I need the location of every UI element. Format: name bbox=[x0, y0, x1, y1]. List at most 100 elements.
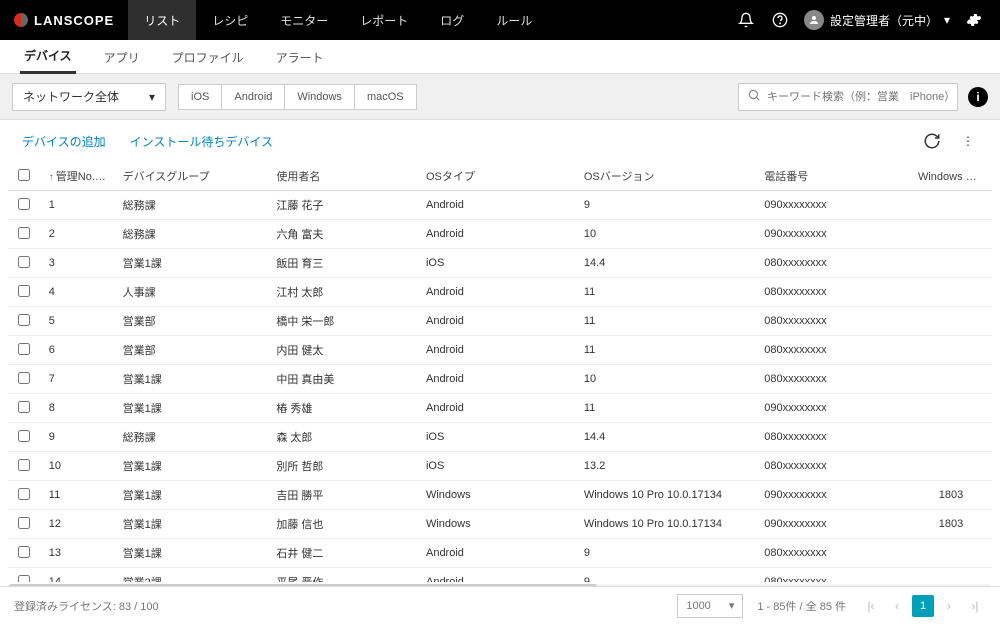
cell-no: 5 bbox=[41, 307, 115, 336]
subtab-0[interactable]: デバイス bbox=[20, 47, 76, 74]
top-app-bar: LANSCOPE リストレシピモニターレポートログルール 設定管理者（元中） ▾ bbox=[0, 0, 1000, 40]
table-row[interactable]: 8営業1課樁 秀雄Android11090xxxxxxxx bbox=[8, 394, 992, 423]
table-row[interactable]: 6営業部内田 健太Android11080xxxxxxxx bbox=[8, 336, 992, 365]
cell-osver: 9 bbox=[576, 568, 756, 583]
search-input[interactable] bbox=[767, 91, 949, 103]
topnav-item-3[interactable]: レポート bbox=[344, 0, 424, 40]
notification-bell-icon[interactable] bbox=[736, 10, 756, 30]
topnav-item-5[interactable]: ルール bbox=[480, 0, 548, 40]
cell-group: 営業1課 bbox=[115, 510, 269, 539]
search-box[interactable] bbox=[738, 83, 958, 111]
avatar-icon bbox=[804, 10, 824, 30]
cell-winver bbox=[910, 394, 992, 423]
col-user-header[interactable]: 使用者名 bbox=[268, 162, 418, 191]
row-checkbox[interactable] bbox=[18, 401, 30, 413]
row-checkbox[interactable] bbox=[18, 285, 30, 297]
table-row[interactable]: 9総務課森 太郎iOS14.4080xxxxxxxx bbox=[8, 423, 992, 452]
table-row[interactable]: 12営業1課加藤 信也WindowsWindows 10 Pro 10.0.17… bbox=[8, 510, 992, 539]
row-checkbox[interactable] bbox=[18, 372, 30, 384]
row-checkbox[interactable] bbox=[18, 343, 30, 355]
row-range-label: 1 - 85件 / 全 85 件 bbox=[757, 598, 846, 614]
refresh-icon[interactable] bbox=[922, 131, 942, 151]
table-row[interactable]: 13営業1課石井 健二Android9080xxxxxxxx bbox=[8, 539, 992, 568]
col-group-header[interactable]: デバイスグループ bbox=[115, 162, 269, 191]
add-device-link[interactable]: デバイスの追加 bbox=[22, 133, 106, 150]
cell-no: 1 bbox=[41, 191, 115, 220]
row-checkbox[interactable] bbox=[18, 256, 30, 268]
row-checkbox[interactable] bbox=[18, 314, 30, 326]
cell-osver: Windows 10 Pro 10.0.17134 bbox=[576, 481, 756, 510]
subtab-1[interactable]: アプリ bbox=[100, 49, 144, 73]
row-checkbox[interactable] bbox=[18, 575, 30, 583]
cell-group: 営業2課 bbox=[115, 568, 269, 583]
cell-group: 営業1課 bbox=[115, 365, 269, 394]
topnav-item-1[interactable]: レシピ bbox=[196, 0, 264, 40]
cell-winver bbox=[910, 452, 992, 481]
pending-install-link[interactable]: インストール待ちデバイス bbox=[130, 133, 273, 150]
network-scope-select[interactable]: ネットワーク全体 ▾ bbox=[12, 83, 166, 111]
cell-osver: 11 bbox=[576, 336, 756, 365]
col-ostype-header[interactable]: OSタイプ bbox=[418, 162, 576, 191]
cell-winver bbox=[910, 539, 992, 568]
topnav-item-4[interactable]: ログ bbox=[424, 0, 480, 40]
os-chip-macos[interactable]: macOS bbox=[354, 84, 417, 110]
row-checkbox[interactable] bbox=[18, 459, 30, 471]
row-checkbox[interactable] bbox=[18, 198, 30, 210]
table-row[interactable]: 10営業1課別所 哲郎iOS13.2080xxxxxxxx bbox=[8, 452, 992, 481]
cell-ostype: Android bbox=[418, 568, 576, 583]
cell-phone: 080xxxxxxxx bbox=[756, 307, 910, 336]
row-checkbox[interactable] bbox=[18, 488, 30, 500]
table-row[interactable]: 4人事課江村 太郎Android11080xxxxxxxx bbox=[8, 278, 992, 307]
topnav-item-0[interactable]: リスト bbox=[128, 0, 196, 40]
cell-phone: 080xxxxxxxx bbox=[756, 278, 910, 307]
os-chip-android[interactable]: Android bbox=[221, 84, 285, 110]
table-row[interactable]: 5営業部橋中 栄一郎Android11080xxxxxxxx bbox=[8, 307, 992, 336]
user-menu[interactable]: 設定管理者（元中） ▾ bbox=[804, 10, 950, 30]
os-chip-windows[interactable]: Windows bbox=[284, 84, 355, 110]
pager-current-page[interactable]: 1 bbox=[912, 595, 934, 617]
cell-no: 4 bbox=[41, 278, 115, 307]
brand-logo: LANSCOPE bbox=[0, 13, 128, 28]
row-checkbox[interactable] bbox=[18, 546, 30, 558]
cell-ostype: Android bbox=[418, 336, 576, 365]
pager-first-icon[interactable]: |‹ bbox=[860, 595, 882, 617]
row-checkbox[interactable] bbox=[18, 227, 30, 239]
sub-tabs: デバイスアプリプロファイルアラート bbox=[0, 40, 1000, 74]
pager-prev-icon[interactable]: ‹ bbox=[886, 595, 908, 617]
col-check-header[interactable] bbox=[8, 162, 41, 191]
row-checkbox[interactable] bbox=[18, 430, 30, 442]
select-all-checkbox[interactable] bbox=[18, 169, 30, 181]
col-winver-header[interactable]: Windows バー bbox=[910, 162, 992, 191]
cell-osver: Windows 10 Pro 10.0.17134 bbox=[576, 510, 756, 539]
cell-user: 加藤 信也 bbox=[268, 510, 418, 539]
pager: |‹ ‹ 1 › ›| bbox=[860, 595, 986, 617]
os-chip-ios[interactable]: iOS bbox=[178, 84, 222, 110]
table-row[interactable]: 3営業1課飯田 育三iOS14.4080xxxxxxxx bbox=[8, 249, 992, 278]
table-row[interactable]: 11営業1課吉田 勝平WindowsWindows 10 Pro 10.0.17… bbox=[8, 481, 992, 510]
col-no-header[interactable]: ↑管理No.⋮ bbox=[41, 162, 115, 191]
help-icon[interactable] bbox=[770, 10, 790, 30]
subtab-3[interactable]: アラート bbox=[272, 49, 328, 73]
table-row[interactable]: 1総務課江藤 花子Android9090xxxxxxxx bbox=[8, 191, 992, 220]
row-checkbox[interactable] bbox=[18, 517, 30, 529]
cell-user: 六角 富夫 bbox=[268, 220, 418, 249]
cell-group: 人事課 bbox=[115, 278, 269, 307]
top-right-actions: 設定管理者（元中） ▾ bbox=[736, 10, 1000, 30]
col-phone-header[interactable]: 電話番号 bbox=[756, 162, 910, 191]
table-row[interactable]: 14営業2課平尾 晋作Android9080xxxxxxxx bbox=[8, 568, 992, 583]
page-size-select[interactable]: 1000 ▾ bbox=[677, 594, 743, 618]
table-row[interactable]: 2総務課六角 富夫Android10090xxxxxxxx bbox=[8, 220, 992, 249]
settings-gear-icon[interactable] bbox=[964, 10, 984, 30]
table-row[interactable]: 7営業1課中田 真由美Android10080xxxxxxxx bbox=[8, 365, 992, 394]
cell-winver: 1803 bbox=[910, 481, 992, 510]
subtab-2[interactable]: プロファイル bbox=[168, 49, 248, 73]
pager-last-icon[interactable]: ›| bbox=[964, 595, 986, 617]
more-menu-icon[interactable]: ⋮ bbox=[958, 131, 978, 151]
col-osver-header[interactable]: OSバージョン bbox=[576, 162, 756, 191]
cell-user: 森 太郎 bbox=[268, 423, 418, 452]
info-badge-icon[interactable]: i bbox=[968, 87, 988, 107]
cell-phone: 080xxxxxxxx bbox=[756, 568, 910, 583]
pager-next-icon[interactable]: › bbox=[938, 595, 960, 617]
topnav-item-2[interactable]: モニター bbox=[264, 0, 344, 40]
brand-logo-mark bbox=[14, 13, 28, 27]
